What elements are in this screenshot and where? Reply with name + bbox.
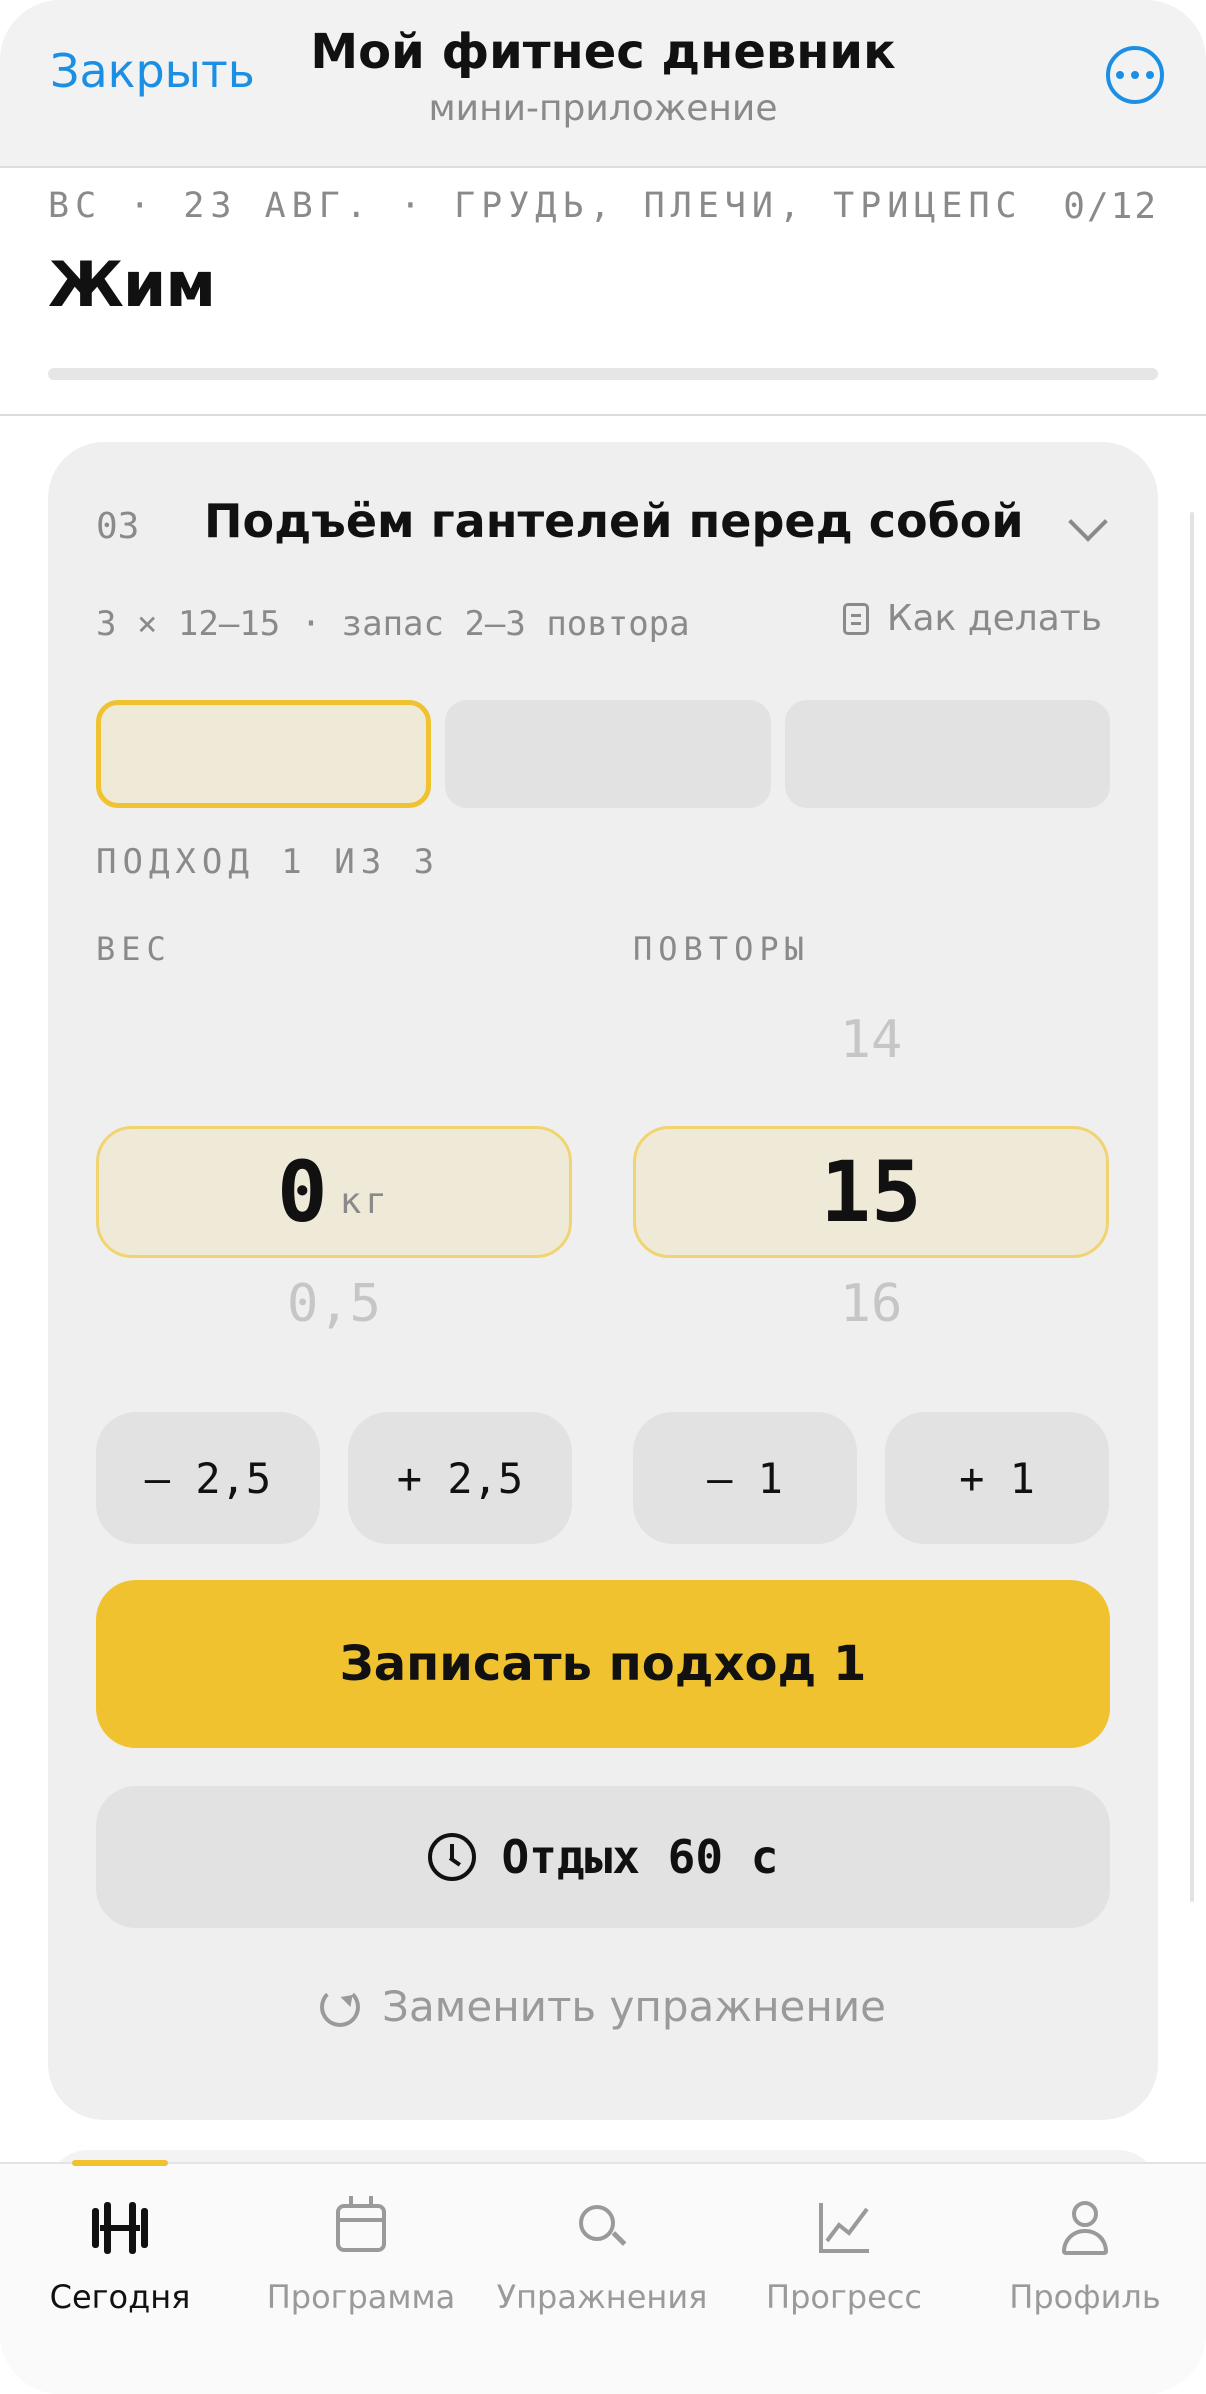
tab-today-label: Сегодня bbox=[49, 2278, 191, 2316]
replace-exercise-label: Заменить упражнение bbox=[382, 1982, 886, 2031]
exercise-title[interactable]: Подъём гантелей перед собой bbox=[204, 494, 1024, 548]
dumbbell-icon bbox=[92, 2202, 148, 2254]
reps-increase-button[interactable]: + 1 bbox=[885, 1412, 1109, 1544]
set-progress-label: ПОДХОД 1 ИЗ 3 bbox=[96, 842, 441, 882]
divider bbox=[0, 414, 1206, 416]
how-to-label: Как делать bbox=[886, 598, 1102, 639]
how-to-button[interactable]: Как делать bbox=[842, 598, 1102, 639]
tab-program[interactable]: Программа bbox=[241, 2196, 481, 2316]
day-info: ВС · 23 АВГ. · ГРУДЬ, ПЛЕЧИ, ТРИЦЕПС bbox=[48, 186, 1023, 226]
exercise-card: 03 Подъём гантелей перед собой 3 × 12–15… bbox=[48, 442, 1158, 2120]
refresh-icon bbox=[320, 1986, 361, 2027]
scrollbar[interactable] bbox=[1190, 512, 1194, 1902]
weight-next-value[interactable]: 0,5 bbox=[96, 1274, 572, 1334]
reps-decrease-button[interactable]: – 1 bbox=[633, 1412, 857, 1544]
document-icon bbox=[842, 602, 869, 635]
weight-increase-button[interactable]: + 2,5 bbox=[348, 1412, 572, 1544]
tab-program-label: Программа bbox=[266, 2278, 456, 2316]
reps-value: 15 bbox=[820, 1143, 922, 1241]
reps-prev-value[interactable]: 14 bbox=[633, 1010, 1109, 1070]
set-pill-3[interactable] bbox=[784, 700, 1110, 808]
app-subtitle: мини-приложение bbox=[428, 88, 778, 129]
mini-app-header: Закрыть Мой фитнес дневник мини-приложен… bbox=[0, 0, 1206, 168]
set-pill-1[interactable] bbox=[96, 700, 432, 808]
weight-decrease-button[interactable]: – 2,5 bbox=[96, 1412, 320, 1544]
app-title: Мой фитнес дневник bbox=[310, 24, 896, 80]
tab-exercises-label: Упражнения bbox=[496, 2278, 708, 2316]
weight-unit: кг bbox=[339, 1180, 391, 1222]
active-tab-indicator bbox=[72, 2160, 168, 2166]
reps-picker[interactable]: 15 bbox=[633, 1126, 1109, 1258]
tab-exercises[interactable]: Упражнения bbox=[482, 2196, 722, 2316]
rest-timer-button[interactable]: Отдых 60 с bbox=[96, 1786, 1110, 1928]
reps-label: ПОВТОРЫ bbox=[633, 930, 810, 968]
weight-value: 0 bbox=[277, 1143, 328, 1241]
rest-timer-label: Отдых 60 с bbox=[501, 1830, 779, 1884]
tab-today[interactable]: Сегодня bbox=[0, 2196, 240, 2316]
person-icon bbox=[1060, 2201, 1110, 2255]
clock-icon bbox=[427, 1833, 476, 1881]
workout-title: Жим bbox=[48, 248, 216, 321]
more-options-icon[interactable] bbox=[1106, 46, 1164, 104]
replace-exercise-button[interactable]: Заменить упражнение bbox=[48, 1982, 1158, 2031]
chart-icon bbox=[819, 2203, 869, 2253]
chevron-down-icon[interactable] bbox=[1068, 502, 1108, 542]
exercise-meta: 3 × 12–15 · запас 2–3 повтора bbox=[96, 604, 690, 644]
weight-picker[interactable]: 0 кг bbox=[96, 1126, 572, 1258]
set-selector bbox=[96, 700, 1110, 808]
reps-next-value[interactable]: 16 bbox=[633, 1274, 1109, 1334]
tab-progress-label: Прогресс bbox=[766, 2278, 922, 2316]
tab-progress[interactable]: Прогресс bbox=[724, 2196, 964, 2316]
tab-profile[interactable]: Профиль bbox=[965, 2196, 1205, 2316]
tab-profile-label: Профиль bbox=[1009, 2278, 1161, 2316]
search-icon bbox=[579, 2205, 625, 2251]
weight-label: ВЕС bbox=[96, 930, 172, 968]
exercise-number: 03 bbox=[96, 506, 140, 547]
workout-progress-bar bbox=[48, 368, 1158, 380]
log-set-button[interactable]: Записать подход 1 bbox=[96, 1580, 1110, 1748]
calendar-icon bbox=[336, 2196, 386, 2252]
completed-count: 0/12 bbox=[1063, 186, 1158, 227]
set-pill-2[interactable] bbox=[445, 700, 771, 808]
